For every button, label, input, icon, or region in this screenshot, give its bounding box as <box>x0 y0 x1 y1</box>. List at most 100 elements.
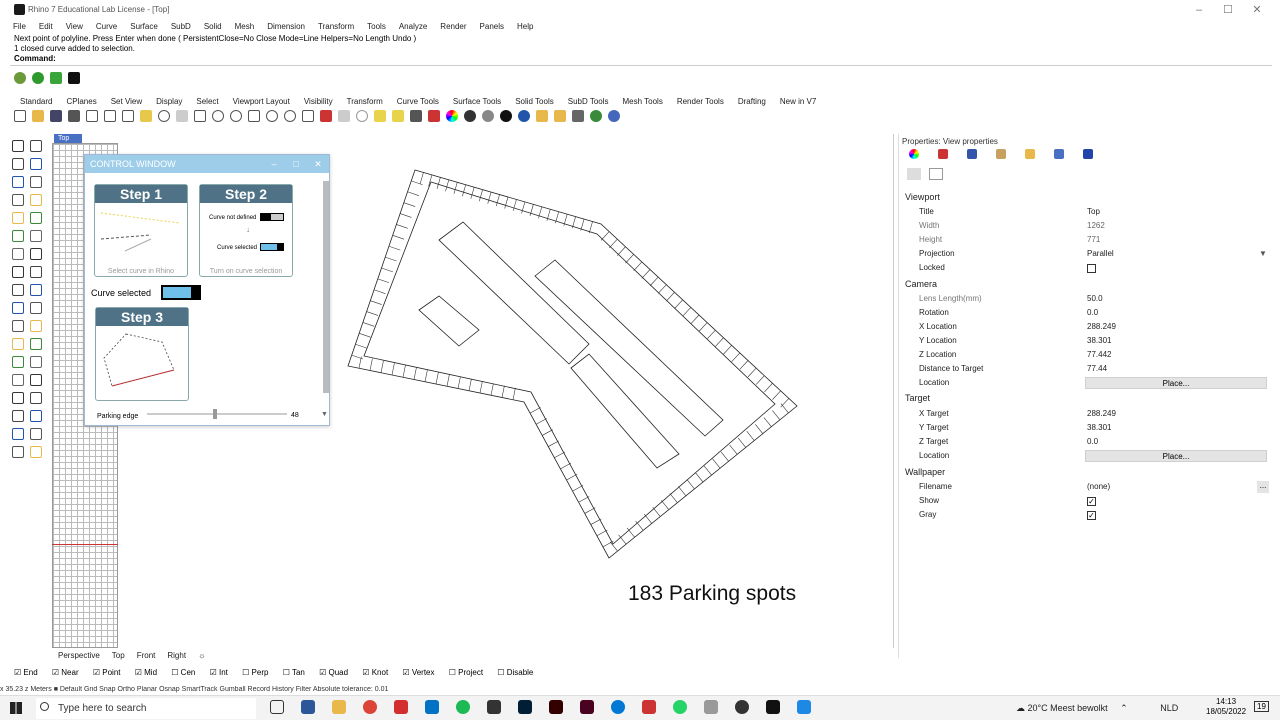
notification-badge[interactable]: 19 <box>1254 701 1269 712</box>
texture-icon[interactable] <box>1054 149 1064 159</box>
osnap-tan[interactable]: ☐ Tan <box>283 668 311 677</box>
step2-card[interactable]: Step 2 Curve not defined ↓ Curve selecte… <box>199 184 293 277</box>
tab-render-tools[interactable]: Render Tools <box>677 96 724 108</box>
tab-subd-tools[interactable]: SubD Tools <box>568 96 609 108</box>
acrobat-icon[interactable] <box>394 700 408 714</box>
scroll-down-icon[interactable]: ▼ <box>321 411 328 418</box>
tab-display[interactable]: Display <box>156 96 182 108</box>
minimize-icon[interactable]: – <box>1192 3 1206 17</box>
zoom-extents-icon[interactable] <box>248 110 260 122</box>
tool-icon[interactable] <box>12 338 24 350</box>
x-location-field[interactable]: 288.249 <box>1087 322 1116 331</box>
tab-transform[interactable]: Transform <box>347 96 383 108</box>
close-icon[interactable]: ✕ <box>309 155 327 173</box>
gear-icon[interactable] <box>554 110 566 122</box>
zoom-icon[interactable] <box>212 110 224 122</box>
globe-icon[interactable] <box>14 72 26 84</box>
tool-icon[interactable] <box>30 176 42 188</box>
maximize-icon[interactable]: □ <box>287 155 305 173</box>
menu-tools[interactable]: Tools <box>367 20 386 34</box>
osnap-project[interactable]: ☐ Project <box>449 668 489 677</box>
minimize-icon[interactable]: – <box>265 155 283 173</box>
osnap-cen[interactable]: ☐ Cen <box>171 668 201 677</box>
tool-icon[interactable] <box>12 410 24 422</box>
menu-analyze[interactable]: Analyze <box>399 20 427 34</box>
tab-front[interactable]: Front <box>137 651 156 660</box>
tab-right[interactable]: Right <box>167 651 186 660</box>
tool-icon[interactable] <box>30 302 42 314</box>
tool-icon[interactable] <box>30 230 42 242</box>
move-icon[interactable] <box>194 110 206 122</box>
menu-mesh[interactable]: Mesh <box>235 20 255 34</box>
rendered-sphere-icon[interactable] <box>482 110 494 122</box>
menu-render[interactable]: Render <box>440 20 466 34</box>
app-icon-blue[interactable] <box>797 700 811 714</box>
help-icon[interactable] <box>608 110 620 122</box>
tool-icon[interactable] <box>12 158 24 170</box>
cut-icon[interactable] <box>104 110 116 122</box>
tool-icon[interactable] <box>30 248 42 260</box>
lock-icon[interactable] <box>410 110 422 122</box>
tool-icon[interactable] <box>30 158 42 170</box>
print-icon[interactable] <box>68 110 80 122</box>
menu-surface[interactable]: Surface <box>130 20 158 34</box>
osnap-mid[interactable]: ☑ Mid <box>135 668 163 677</box>
tool-icon[interactable] <box>12 176 24 188</box>
parking-edge-slider-thumb[interactable] <box>213 409 217 419</box>
menu-subd[interactable]: SubD <box>171 20 191 34</box>
app-icon[interactable] <box>487 700 501 714</box>
add-view-icon[interactable]: ☼ <box>198 651 205 660</box>
camera-icon[interactable] <box>907 168 921 180</box>
tool-icon[interactable] <box>12 428 24 440</box>
options-icon[interactable] <box>572 110 584 122</box>
tool-icon[interactable] <box>30 320 42 332</box>
chevron-down-icon[interactable]: ▼ <box>1259 249 1269 259</box>
menu-curve[interactable]: Curve <box>96 20 117 34</box>
whatsapp-icon[interactable] <box>673 700 687 714</box>
tab-set-view[interactable]: Set View <box>111 96 142 108</box>
light-icon[interactable] <box>392 110 404 122</box>
tab-solid-tools[interactable]: Solid Tools <box>515 96 554 108</box>
osnap-disable[interactable]: ☐ Disable <box>497 668 539 677</box>
step3-card[interactable]: Step 3 <box>95 307 189 401</box>
tab-standard[interactable]: Standard <box>20 96 52 108</box>
status-bar[interactable]: x 35.23 z Meters ■ Default Grid Snap Ort… <box>0 686 1280 695</box>
x-target-field[interactable]: 288.249 <box>1087 409 1116 418</box>
zoom-window-icon[interactable] <box>230 110 242 122</box>
camera-place-button[interactable]: Place... <box>1085 377 1267 389</box>
distance-field[interactable]: 77.44 <box>1087 364 1107 373</box>
tool-icon[interactable] <box>12 266 24 278</box>
folder-icon[interactable] <box>1025 149 1035 159</box>
show-checkbox[interactable]: ✓ <box>1087 497 1096 506</box>
tool-icon[interactable] <box>30 392 42 404</box>
app-icon-red[interactable] <box>642 700 656 714</box>
title-field[interactable]: Top <box>1087 207 1100 216</box>
z-location-field[interactable]: 77.442 <box>1087 350 1111 359</box>
pan-icon[interactable] <box>176 110 188 122</box>
copy-icon[interactable] <box>122 110 134 122</box>
tool-icon[interactable] <box>12 392 24 404</box>
tool-icon[interactable] <box>12 446 24 458</box>
tool-icon[interactable] <box>12 194 24 206</box>
osnap-knot[interactable]: ☑ Knot <box>362 668 394 677</box>
paste-icon[interactable] <box>140 110 152 122</box>
maximize-icon[interactable]: ☐ <box>1221 3 1235 17</box>
y-location-field[interactable]: 38.301 <box>1087 336 1111 345</box>
shaded-sphere-icon[interactable] <box>464 110 476 122</box>
curve-selected-toggle[interactable] <box>161 285 201 300</box>
control-window-header[interactable]: CONTROL WINDOW – □ ✕ <box>85 155 329 173</box>
tool-icon[interactable] <box>12 140 24 152</box>
material-icon[interactable] <box>938 149 948 159</box>
z-target-field[interactable]: 0.0 <box>1087 437 1098 446</box>
locked-checkbox[interactable] <box>1087 264 1096 273</box>
terminal-icon[interactable] <box>68 72 80 84</box>
menu-dimension[interactable]: Dimension <box>267 20 305 34</box>
zoom-selected-icon[interactable] <box>266 110 278 122</box>
step1-card[interactable]: Step 1 Select curve in Rhino <box>94 184 188 277</box>
tab-drafting[interactable]: Drafting <box>738 96 766 108</box>
decal-icon[interactable] <box>996 149 1006 159</box>
tool-icon[interactable] <box>30 266 42 278</box>
tab-viewport-layout[interactable]: Viewport Layout <box>233 96 290 108</box>
tab-new-in-v7[interactable]: New in V7 <box>780 96 816 108</box>
parking-edge-slider-track[interactable] <box>147 413 287 415</box>
